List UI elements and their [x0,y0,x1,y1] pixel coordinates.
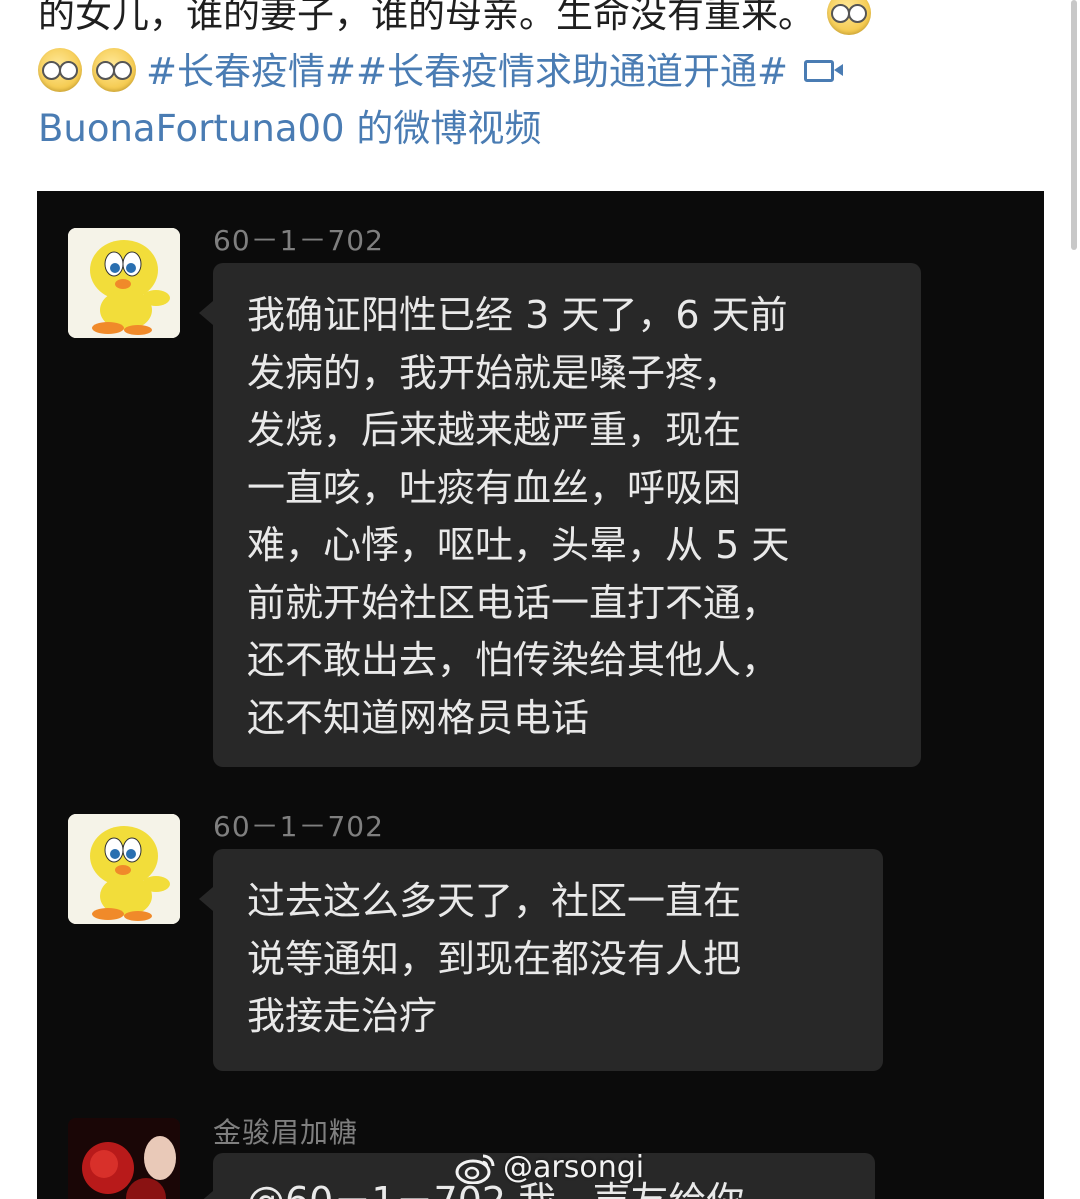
sender-name: 金骏眉加糖 [213,1116,359,1149]
message-line: 还不敢出去，怕传染给其他人， [247,638,780,682]
hashtag-link[interactable]: #长春疫情# [146,50,356,93]
message-line: 难，心悸，呕吐，头晕，从 5 天 [247,523,790,567]
rose-photo-icon [68,1118,180,1199]
weibo-logo-icon [455,1152,497,1184]
tweety-bird-icon [68,814,180,924]
sender-name: 60－1－702 [213,224,384,257]
post-line-3: BuonaFortuna00 的微博视频 [38,100,1028,157]
sad-emoji-icon [92,48,136,92]
message-line: 前就开始社区电话一直打不通， [247,580,780,625]
post-line-1-text: 的女儿，谁的妻子，谁的母亲。生命没有重来。 [38,0,815,36]
sender-name: 60－1－702 [213,810,384,843]
sad-emoji-icon [827,0,871,35]
avatar [68,228,180,338]
message-line: 过去这么多天了，社区一直在 [247,879,742,923]
message-line: 还不知道网格员电话 [247,695,590,740]
sad-emoji-icon [38,48,82,92]
message-bubble: 我确证阳性已经 3 天了，6 天前 发病的，我开始就是嗓子疼， 发烧，后来越来越… [199,263,921,767]
chat-screenshot: 60－1－702 我确证阳性已经 3 天了，6 天前 发病的，我开始就是嗓子疼，… [37,191,1044,1199]
post-line-2: #长春疫情##长春疫情求助通道开通# [38,43,1028,100]
post-line-1: 的女儿，谁的妻子，谁的母亲。生命没有重来。 [38,0,1028,43]
video-link[interactable]: BuonaFortuna00 的微博视频 [38,107,541,150]
avatar [68,814,180,924]
post-body: 的女儿，谁的妻子，谁的母亲。生命没有重来。 #长春疫情##长春疫情求助通道开通#… [38,0,1028,157]
message-line: 发病的，我开始就是嗓子疼， [247,350,742,395]
hashtag-link[interactable]: #长春疫情求助通道开通# [356,50,788,93]
video-icon[interactable] [804,60,844,82]
message-line: 一直咳，吐痰有血丝，呼吸困 [247,465,742,510]
watermark-handle: @arsongi [503,1150,645,1185]
message-line: 发烧，后来越来越严重，现在 [247,408,742,452]
page-scrollbar[interactable] [1071,0,1077,250]
avatar [68,1118,180,1199]
message-bubble: 过去这么多天了，社区一直在 说等通知，到现在都没有人把 我接走治疗 [199,849,883,1071]
message-line: 我接走治疗 [247,994,438,1038]
message-line: 我确证阳性已经 3 天了，6 天前 [247,293,788,337]
tweety-bird-icon [68,228,180,338]
message-line: 说等通知，到现在都没有人把 [247,936,742,981]
watermark: @arsongi [455,1150,644,1185]
